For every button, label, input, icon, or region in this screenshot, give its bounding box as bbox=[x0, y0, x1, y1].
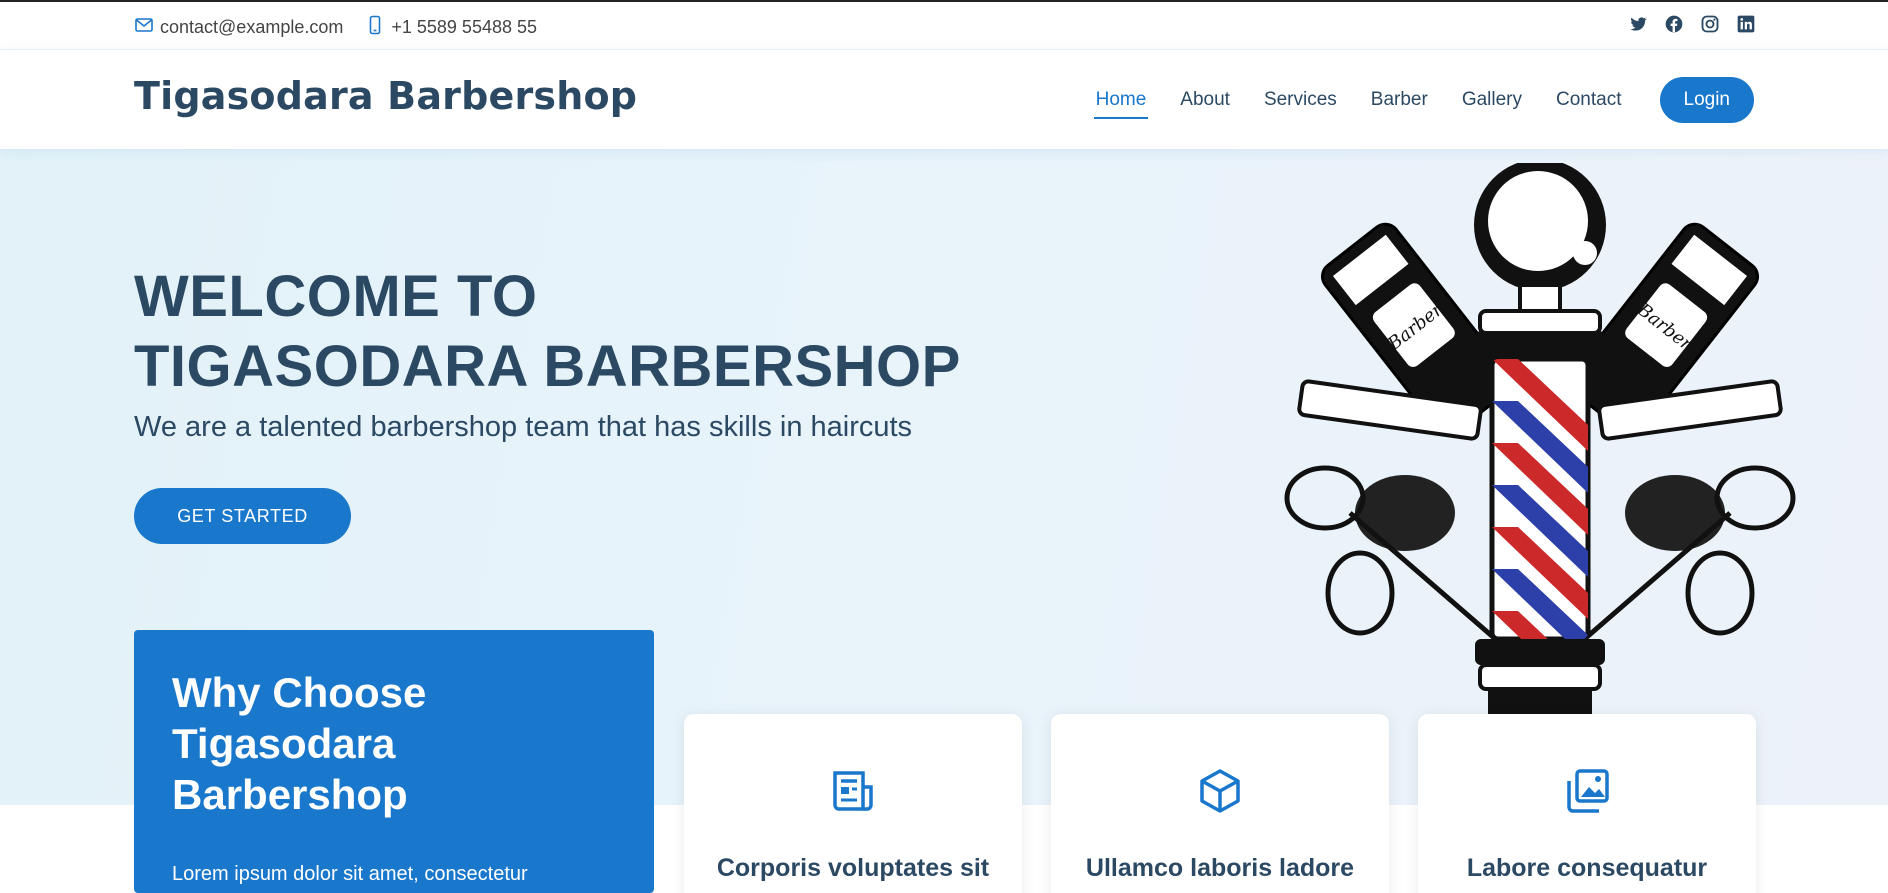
main-nav: Home About Services Barber Gallery Conta… bbox=[1064, 77, 1754, 123]
why-choose-text: Lorem ipsum dolor sit amet, consectetur bbox=[172, 863, 528, 885]
cube-icon bbox=[1200, 769, 1240, 813]
images-icon bbox=[1567, 769, 1609, 813]
hero-title: WELCOME TO TIGASODARA BARBERSHOP bbox=[134, 262, 1034, 402]
feature-card: Ullamco laboris ladore bbox=[1051, 714, 1389, 893]
site-logo[interactable]: Tigasodara Barbershop bbox=[134, 74, 637, 118]
nav-gallery[interactable]: Gallery bbox=[1460, 81, 1524, 119]
top-bar: contact@example.com +1 5589 55488 55 bbox=[0, 0, 1888, 50]
nav-barber[interactable]: Barber bbox=[1369, 81, 1430, 119]
login-button[interactable]: Login bbox=[1659, 77, 1754, 123]
hero-subtitle: We are a talented barbershop team that h… bbox=[134, 411, 913, 443]
envelope-icon bbox=[134, 15, 154, 40]
twitter-icon[interactable] bbox=[1628, 14, 1648, 34]
instagram-icon[interactable] bbox=[1700, 14, 1720, 34]
email-item[interactable]: contact@example.com bbox=[134, 15, 343, 40]
phone-item[interactable]: +1 5589 55488 55 bbox=[365, 15, 537, 40]
nav-about[interactable]: About bbox=[1178, 81, 1232, 119]
get-started-button[interactable]: GET STARTED bbox=[134, 488, 351, 544]
contact-info: contact@example.com +1 5589 55488 55 bbox=[134, 15, 537, 40]
hero-title-line2: TIGASODARA BARBERSHOP bbox=[134, 334, 961, 399]
phone-icon bbox=[365, 15, 385, 40]
nav-contact[interactable]: Contact bbox=[1554, 81, 1623, 119]
nav-services[interactable]: Services bbox=[1262, 81, 1339, 119]
email-text: contact@example.com bbox=[160, 17, 344, 37]
phone-text: +1 5589 55488 55 bbox=[391, 17, 538, 37]
feature-card-title: Labore consequatur bbox=[1466, 854, 1708, 882]
why-choose-box: Why Choose Tigasodara Barbershop Lorem i… bbox=[134, 630, 654, 893]
feature-card: Labore consequatur bbox=[1418, 714, 1756, 893]
hero-title-line1: WELCOME TO bbox=[134, 264, 538, 329]
barber-pole-illustration: Barber Barber bbox=[1284, 163, 1796, 715]
site-header: Tigasodara Barbershop Home About Service… bbox=[0, 50, 1888, 149]
why-choose-title: Why Choose Tigasodara Barbershop bbox=[172, 669, 427, 818]
feature-card: Corporis voluptates sit bbox=[684, 714, 1022, 893]
linkedin-icon[interactable] bbox=[1736, 14, 1756, 34]
nav-home[interactable]: Home bbox=[1093, 81, 1149, 119]
receipt-icon bbox=[833, 771, 873, 811]
facebook-icon[interactable] bbox=[1664, 14, 1684, 34]
feature-card-title: Corporis voluptates sit bbox=[716, 854, 990, 882]
social-links bbox=[1628, 14, 1756, 34]
feature-card-title: Ullamco laboris ladore bbox=[1085, 854, 1355, 882]
